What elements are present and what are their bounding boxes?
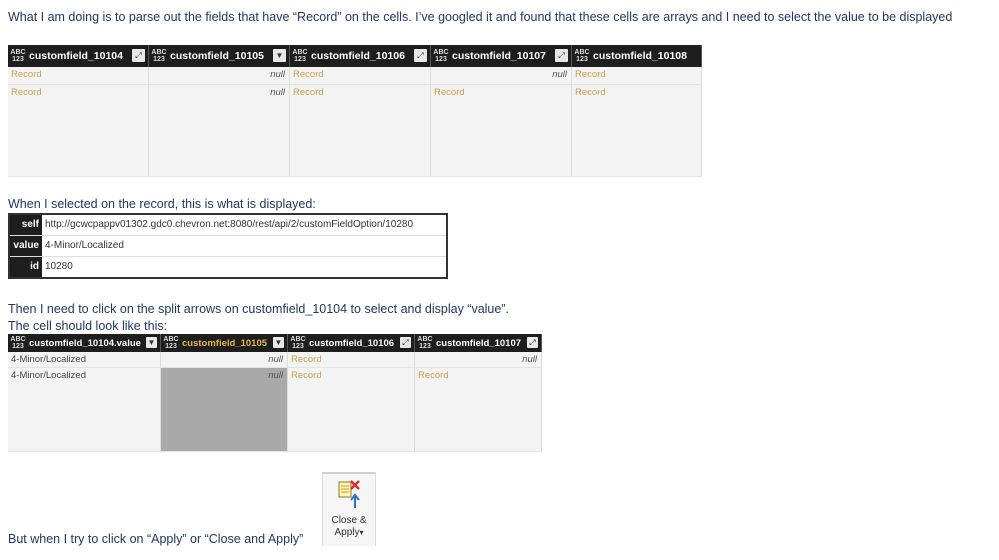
grid-cell[interactable]: 4-Minor/Localized xyxy=(8,352,161,368)
column-header-customfield-10106[interactable]: ABC 123 customfield_10106 ⤢ xyxy=(290,45,431,67)
close-apply-icon xyxy=(338,480,360,508)
column-name: customfield_10108 xyxy=(593,50,687,62)
table-row: value 4-Minor/Localized xyxy=(10,236,446,257)
table-row: Record null Record null Record xyxy=(8,67,702,85)
close-apply-label-line2: Apply xyxy=(334,527,360,538)
column-name: customfield_10105 xyxy=(170,50,264,62)
type-any-icon: ABC 123 xyxy=(290,336,306,350)
grid-cell[interactable]: Record xyxy=(288,368,415,452)
type-any-icon: ABC 123 xyxy=(417,336,433,350)
query-grid-expanded: ABC 123 customfield_10104.value ▼ ABC 123 … xyxy=(8,334,542,452)
grid-header-row: ABC 123 customfield_10104.value ▼ ABC 123 … xyxy=(8,334,542,352)
column-name: customfield_10105 xyxy=(182,337,268,349)
record-field-value: http://gcwcpappv01302.gdc0.chevron.net:8… xyxy=(45,219,414,230)
grid-cell[interactable]: Record xyxy=(288,352,415,368)
query-grid-original: ABC 123 customfield_10104 ⤢ ABC 123 custom… xyxy=(8,45,702,177)
expand-column-icon[interactable]: ⤢ xyxy=(527,337,538,348)
expand-column-icon[interactable]: ⤢ xyxy=(414,49,427,62)
type-any-icon: ABC 123 xyxy=(151,49,167,63)
type-any-icon: ABC 123 xyxy=(10,49,26,63)
grid-cell[interactable]: Record xyxy=(8,67,149,85)
column-name: customfield_10104.value xyxy=(29,337,141,349)
grid-cell[interactable]: null xyxy=(149,85,290,177)
type-any-icon: ABC 123 xyxy=(163,336,179,350)
filter-dropdown-icon[interactable]: ▼ xyxy=(273,49,286,62)
record-field-key: value xyxy=(10,236,42,256)
filter-dropdown-icon[interactable]: ▼ xyxy=(273,337,284,348)
table-row: 4-Minor/Localized null Record Record xyxy=(8,368,542,452)
type-any-icon: ABC 123 xyxy=(10,336,26,350)
caption-selected: When I selected on the record, this is w… xyxy=(8,197,316,211)
caption-cell: The cell should look like this: xyxy=(8,319,168,333)
caption-apply: But when I try to click on “Apply” or “C… xyxy=(8,532,304,546)
grid-header-row: ABC 123 customfield_10104 ⤢ ABC 123 custom… xyxy=(8,45,702,67)
column-name: customfield_10106 xyxy=(309,337,395,349)
grid-cell[interactable]: Record xyxy=(8,85,149,177)
type-any-icon: ABC 123 xyxy=(292,49,308,63)
expand-column-icon[interactable]: ⤢ xyxy=(132,49,145,62)
grid-cell[interactable]: 4-Minor/Localized xyxy=(8,368,161,452)
column-name: customfield_10107 xyxy=(452,50,546,62)
table-row: Record null Record Record Record xyxy=(8,85,702,177)
column-header-customfield-10104[interactable]: ABC 123 customfield_10104 ⤢ xyxy=(8,45,149,67)
record-field-key: id xyxy=(10,257,42,277)
grid-cell[interactable]: Record xyxy=(290,67,431,85)
grid-cell[interactable]: Record xyxy=(415,368,542,452)
grid-cell[interactable]: Record xyxy=(572,67,702,85)
grid-cell[interactable]: Record xyxy=(431,85,572,177)
table-row: 4-Minor/Localized null Record null xyxy=(8,352,542,368)
grid-cell[interactable]: Record xyxy=(572,85,702,177)
type-any-icon: ABC 123 xyxy=(574,49,590,63)
grid-cell[interactable]: null xyxy=(149,67,290,85)
record-field-value: 4-Minor/Localized xyxy=(45,240,124,251)
column-name: customfield_10106 xyxy=(311,50,405,62)
grid-cell-selected[interactable]: null xyxy=(161,368,288,452)
close-apply-label-line2-wrap: Apply▾ xyxy=(323,527,375,539)
column-header-customfield-10105[interactable]: ABC 123 customfield_10105 ▼ xyxy=(149,45,290,67)
column-name: customfield_10104 xyxy=(29,50,123,62)
grid-cell[interactable]: Record xyxy=(290,85,431,177)
close-apply-button[interactable]: Close & Apply▾ xyxy=(322,472,376,546)
column-header-customfield-10108[interactable]: ABC 123 customfield_10108 xyxy=(572,45,702,67)
expand-column-icon[interactable]: ⤢ xyxy=(400,337,411,348)
caption-split: Then I need to click on the split arrows… xyxy=(8,302,509,316)
expand-column-icon[interactable]: ⤢ xyxy=(555,49,568,62)
column-header-customfield-10107[interactable]: ABC 123 customfield_10107 ⤢ xyxy=(415,334,542,352)
column-header-customfield-10105[interactable]: ABC 123 customfield_10105 ▼ xyxy=(161,334,288,352)
record-field-key: self xyxy=(10,215,42,235)
table-row: id 10280 xyxy=(10,257,446,277)
column-header-customfield-10106[interactable]: ABC 123 customfield_10106 ⤢ xyxy=(288,334,415,352)
column-header-customfield-10107[interactable]: ABC 123 customfield_10107 ⤢ xyxy=(431,45,572,67)
filter-dropdown-icon[interactable]: ▼ xyxy=(146,337,157,348)
type-any-icon: ABC 123 xyxy=(433,49,449,63)
record-detail-table: self http://gcwcpappv01302.gdc0.chevron.… xyxy=(8,213,448,279)
intro-text: What I am doing is to parse out the fiel… xyxy=(8,10,953,24)
column-name: customfield_10107 xyxy=(436,337,522,349)
grid-cell[interactable]: null xyxy=(431,67,572,85)
dropdown-arrow-icon: ▾ xyxy=(359,528,364,537)
table-row: self http://gcwcpappv01302.gdc0.chevron.… xyxy=(10,215,446,236)
record-field-value: 10280 xyxy=(45,261,73,272)
column-header-customfield-10104-value[interactable]: ABC 123 customfield_10104.value ▼ xyxy=(8,334,161,352)
grid-cell[interactable]: null xyxy=(161,352,288,368)
grid-cell[interactable]: null xyxy=(415,352,542,368)
close-apply-label-line1: Close & xyxy=(331,515,367,526)
